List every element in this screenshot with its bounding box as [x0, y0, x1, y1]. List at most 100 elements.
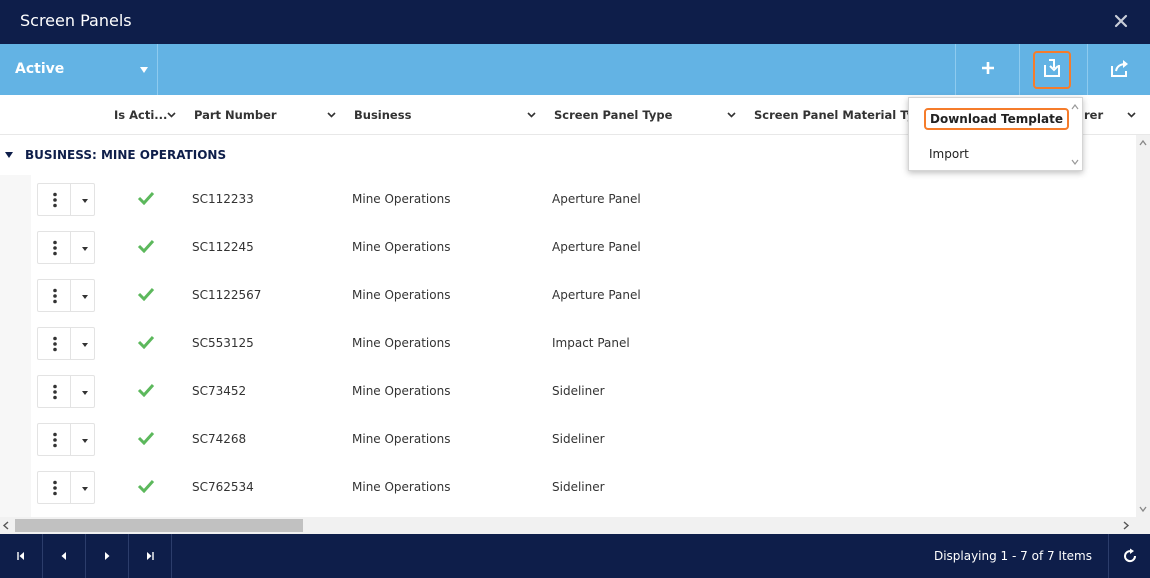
row-action-menu[interactable]	[37, 183, 95, 216]
first-page-button[interactable]	[0, 534, 43, 578]
business-cell: Mine Operations	[352, 288, 451, 302]
column-header-is-active[interactable]: Is Acti...	[114, 95, 176, 135]
active-check-icon	[137, 239, 155, 253]
part-number-cell: SC73452	[192, 384, 247, 398]
caret-down-icon[interactable]	[82, 247, 88, 251]
more-vertical-icon[interactable]	[50, 480, 60, 496]
row-action-menu[interactable]	[37, 423, 95, 456]
more-vertical-icon[interactable]	[50, 240, 60, 256]
import-export-icon	[1041, 57, 1063, 82]
previous-page-icon	[61, 552, 66, 560]
refresh-button[interactable]	[1108, 534, 1150, 578]
status-filter-dropdown[interactable]: Active	[0, 44, 158, 95]
column-header-part-number[interactable]: Part Number	[194, 95, 338, 135]
title-bar: Screen Panels	[0, 0, 1150, 44]
menu-divider	[70, 328, 71, 359]
column-label: Screen Panel Type	[554, 108, 673, 122]
chevron-down-icon[interactable]	[167, 112, 176, 118]
chevron-down-icon[interactable]	[727, 112, 736, 118]
status-filter-value: Active	[15, 61, 65, 77]
caret-down-icon[interactable]	[82, 295, 88, 299]
business-cell: Mine Operations	[352, 384, 451, 398]
more-vertical-icon[interactable]	[50, 192, 60, 208]
menu-scrollbar[interactable]	[1068, 98, 1082, 170]
caret-down-icon[interactable]	[82, 439, 88, 443]
menu-divider	[70, 184, 71, 215]
row-action-menu[interactable]	[37, 231, 95, 264]
active-check-icon	[137, 335, 155, 349]
share-button[interactable]	[1087, 44, 1150, 95]
active-check-icon	[137, 287, 155, 301]
caret-down-icon[interactable]	[82, 391, 88, 395]
add-button[interactable]	[955, 44, 1019, 95]
more-vertical-icon[interactable]	[50, 336, 60, 352]
first-page-icon	[17, 552, 24, 560]
part-number-cell: SC112233	[192, 192, 254, 206]
column-header-screen-panel-type[interactable]: Screen Panel Type	[554, 95, 738, 135]
refresh-icon	[1123, 548, 1136, 563]
screen-panel-type-cell: Sideliner	[552, 432, 605, 446]
last-page-button[interactable]	[129, 534, 172, 578]
screen-panel-type-cell: Aperture Panel	[552, 288, 641, 302]
close-icon[interactable]	[1114, 11, 1128, 31]
active-check-icon	[137, 479, 155, 493]
column-label: Business	[354, 108, 412, 122]
previous-page-button[interactable]	[43, 534, 86, 578]
chevron-down-icon[interactable]	[327, 112, 336, 118]
column-label: Is Acti...	[114, 108, 168, 122]
scroll-right-icon[interactable]	[1122, 521, 1130, 530]
download-template-item[interactable]: Download Template	[924, 108, 1069, 130]
next-page-button[interactable]	[86, 534, 129, 578]
row-action-menu[interactable]	[37, 375, 95, 408]
collapse-triangle-icon[interactable]	[5, 152, 13, 158]
column-header-screen-panel-material-type[interactable]: Screen Panel Material Type	[754, 95, 930, 135]
part-number-cell: SC762534	[192, 480, 254, 494]
import-export-button[interactable]	[1019, 44, 1083, 95]
more-vertical-icon[interactable]	[50, 384, 60, 400]
pager-status: Displaying 1 - 7 of 7 Items	[933, 549, 1092, 563]
caret-down-icon[interactable]	[82, 199, 88, 203]
part-number-cell: SC112245	[192, 240, 254, 254]
horizontal-scrollbar[interactable]	[0, 517, 1136, 534]
row-action-menu[interactable]	[37, 471, 95, 504]
column-header-business[interactable]: Business	[354, 95, 538, 135]
row-action-menu[interactable]	[37, 327, 95, 360]
active-check-icon	[137, 431, 155, 445]
table-row[interactable]: SC112233 Mine Operations Aperture Panel	[31, 175, 1136, 223]
grid-body: SC112233 Mine Operations Aperture Panel …	[0, 175, 1136, 517]
plus-icon	[981, 61, 995, 78]
vertical-scrollbar[interactable]	[1136, 135, 1150, 517]
screen-panel-type-cell: Aperture Panel	[552, 192, 641, 206]
active-check-icon	[137, 191, 155, 205]
table-row[interactable]: SC74268 Mine Operations Sideliner	[31, 415, 1136, 463]
chevron-down-icon[interactable]	[1127, 112, 1136, 118]
row-action-menu[interactable]	[37, 279, 95, 312]
more-vertical-icon[interactable]	[50, 432, 60, 448]
table-row[interactable]: SC1122567 Mine Operations Aperture Panel	[31, 271, 1136, 319]
share-icon	[1109, 58, 1131, 81]
horizontal-scroll-thumb[interactable]	[15, 519, 303, 532]
more-vertical-icon[interactable]	[50, 288, 60, 304]
caret-down-icon	[140, 67, 148, 73]
table-row[interactable]: SC73452 Mine Operations Sideliner	[31, 367, 1136, 415]
table-row[interactable]: SC112245 Mine Operations Aperture Panel	[31, 223, 1136, 271]
business-cell: Mine Operations	[352, 336, 451, 350]
window-title: Screen Panels	[20, 11, 132, 30]
caret-down-icon[interactable]	[82, 343, 88, 347]
screen-panel-type-cell: Sideliner	[552, 384, 605, 398]
column-header-manufacturer[interactable]: rer	[1084, 95, 1136, 135]
pager-bar: Displaying 1 - 7 of 7 Items	[0, 534, 1150, 578]
menu-divider	[70, 424, 71, 455]
table-row[interactable]: SC553125 Mine Operations Impact Panel	[31, 319, 1136, 367]
import-item[interactable]: Import	[929, 147, 969, 161]
caret-down-icon[interactable]	[82, 487, 88, 491]
scrollbar-corner	[1136, 517, 1150, 534]
import-export-highlight	[1032, 50, 1071, 89]
column-label: rer	[1084, 108, 1104, 122]
table-row[interactable]: SC762534 Mine Operations Sideliner	[31, 463, 1136, 511]
scroll-left-icon[interactable]	[2, 521, 10, 530]
active-check-icon	[137, 383, 155, 397]
business-cell: Mine Operations	[352, 432, 451, 446]
chevron-down-icon[interactable]	[527, 112, 536, 118]
column-label: Part Number	[194, 108, 277, 122]
